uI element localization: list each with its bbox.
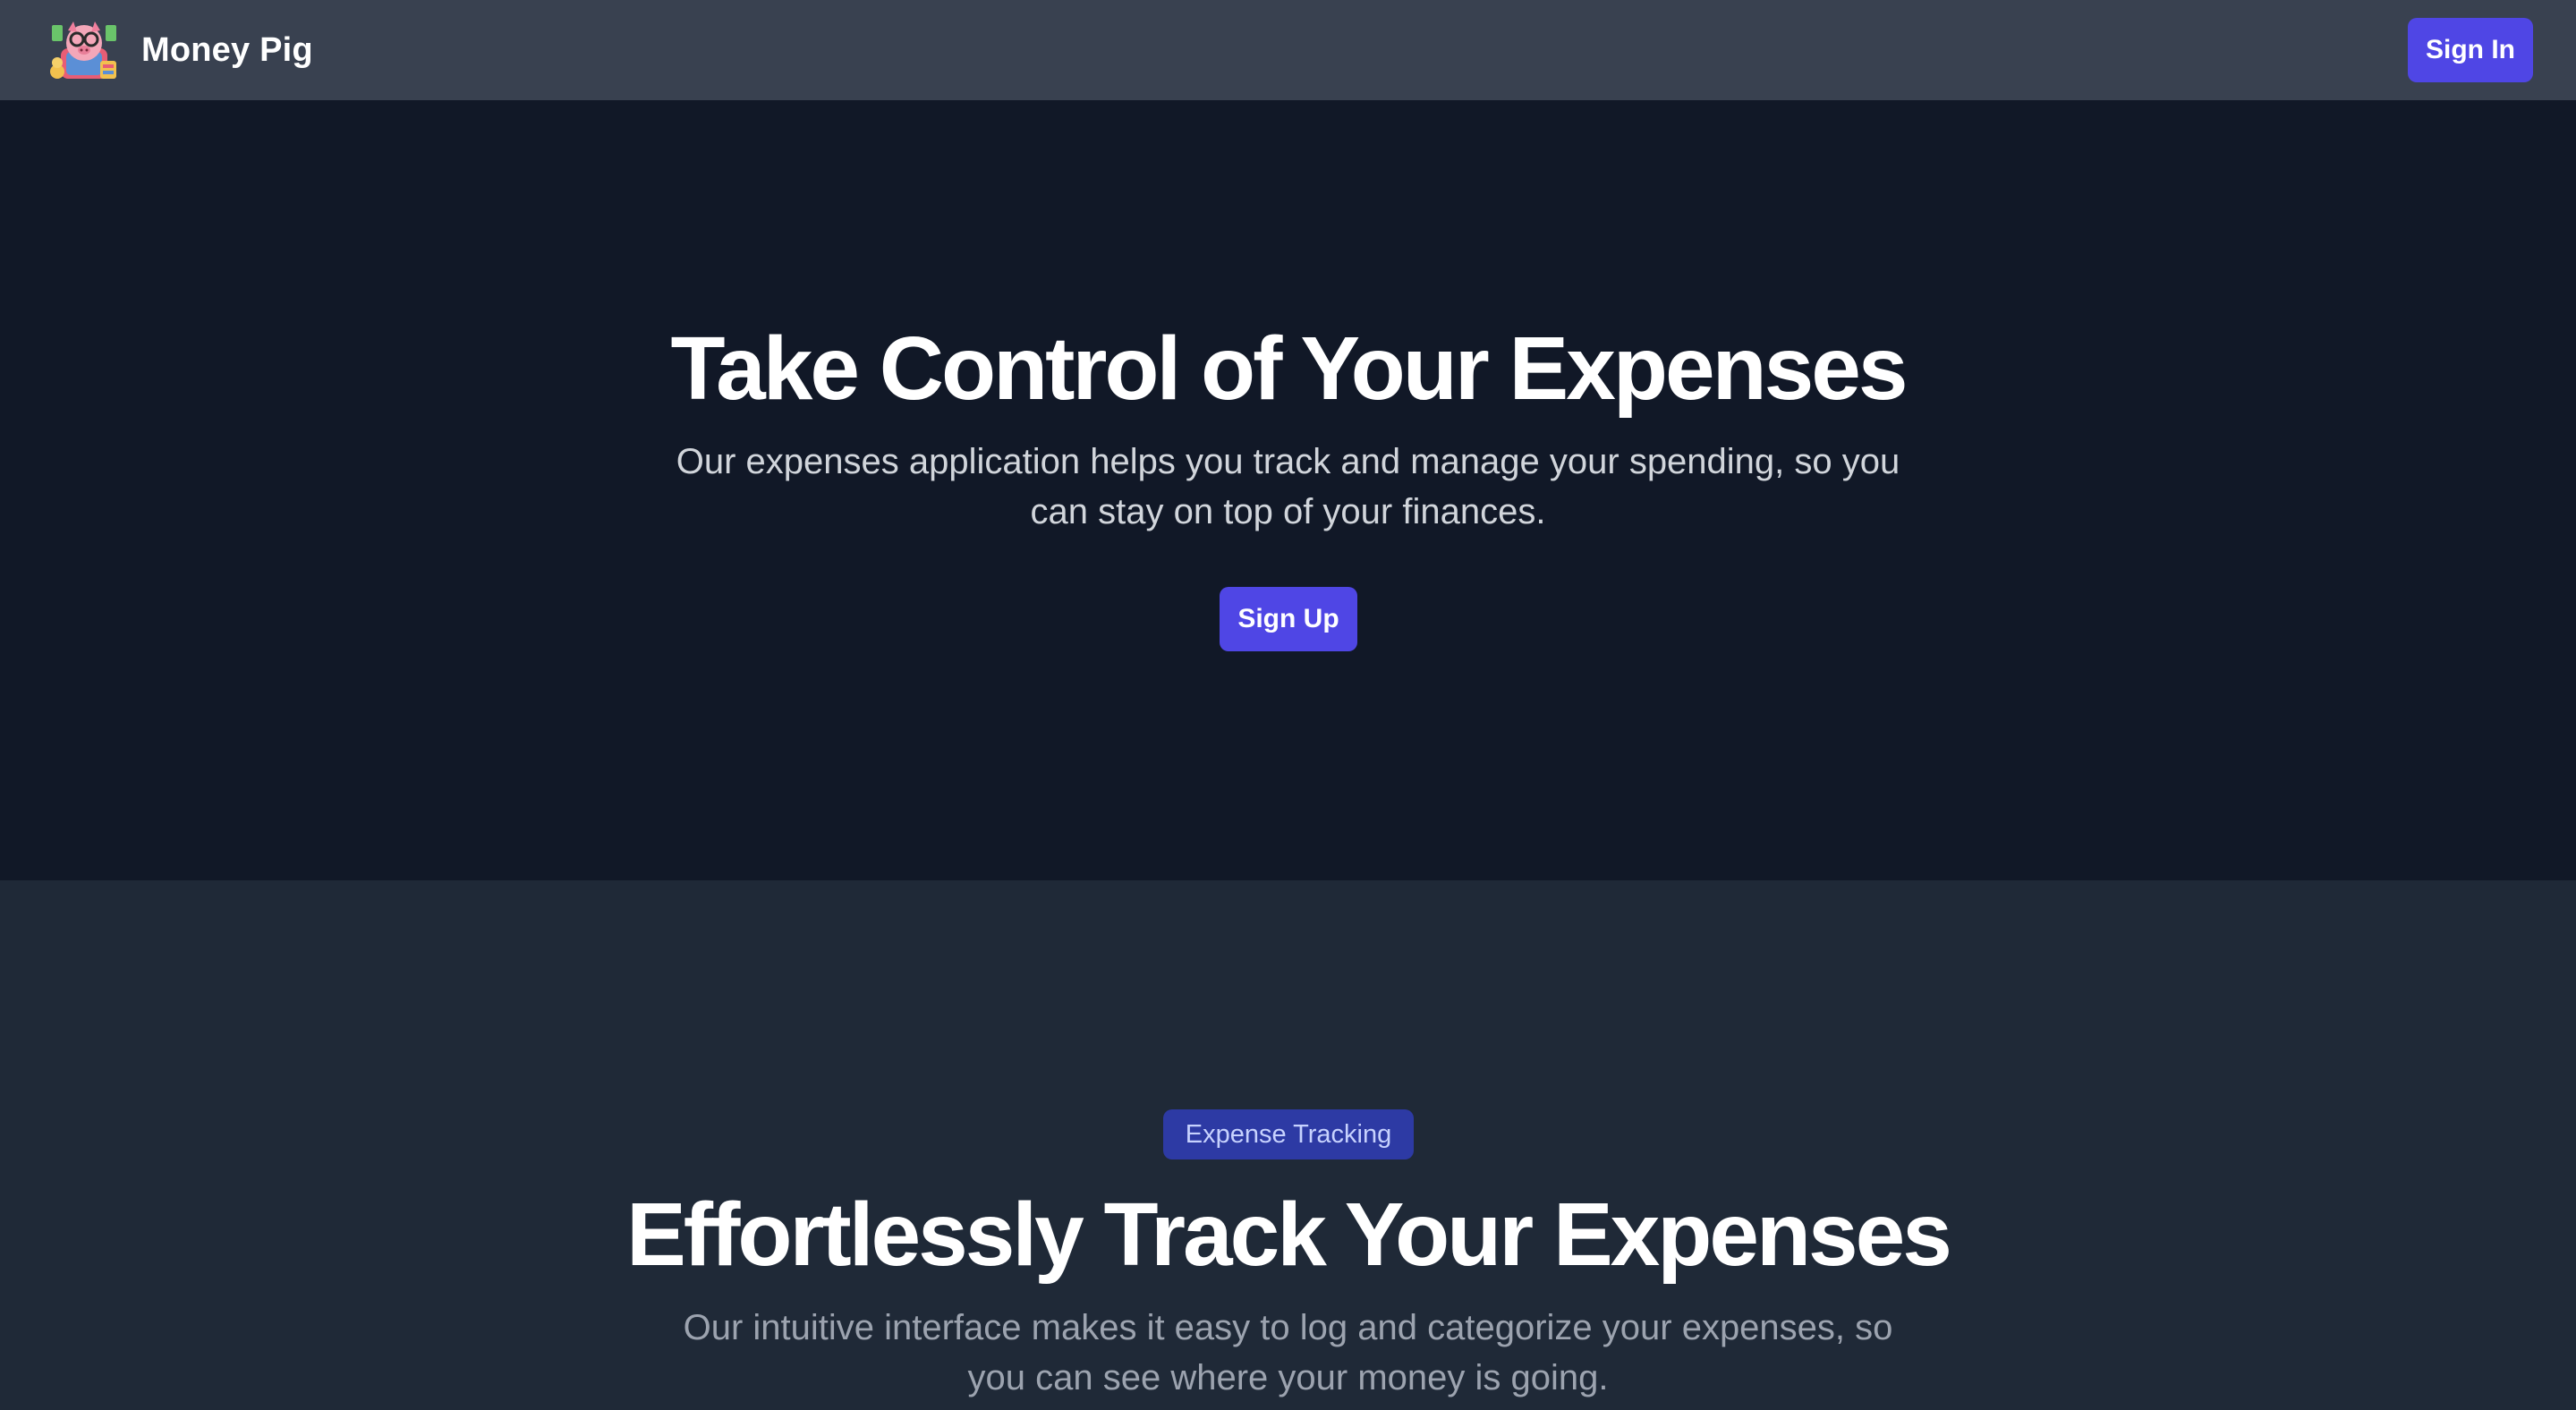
hero-section: Take Control of Your Expenses Our expens… [0, 100, 2576, 880]
brand-name: Money Pig [141, 30, 313, 69]
sign-in-button[interactable]: Sign In [2408, 18, 2533, 82]
feature-subtitle: Our intuitive interface makes it easy to… [683, 1308, 1893, 1397]
feature-title: Effortlessly Track Your Expenses [626, 1185, 1952, 1285]
feature-badge: Expense Tracking [1163, 1109, 1414, 1159]
hero-subtitle: Our expenses application helps you track… [676, 442, 1900, 531]
expense-tracking-section: Expense Tracking Effortlessly Track Your… [0, 880, 2576, 1410]
brand-home-link[interactable]: Money Pig [48, 18, 313, 82]
sign-up-button[interactable]: Sign Up [1220, 587, 1357, 651]
pig-logo-icon [50, 21, 116, 79]
top-navbar: Money Pig Sign In [0, 0, 2576, 100]
hero-title: Take Control of Your Expenses [670, 319, 1909, 419]
